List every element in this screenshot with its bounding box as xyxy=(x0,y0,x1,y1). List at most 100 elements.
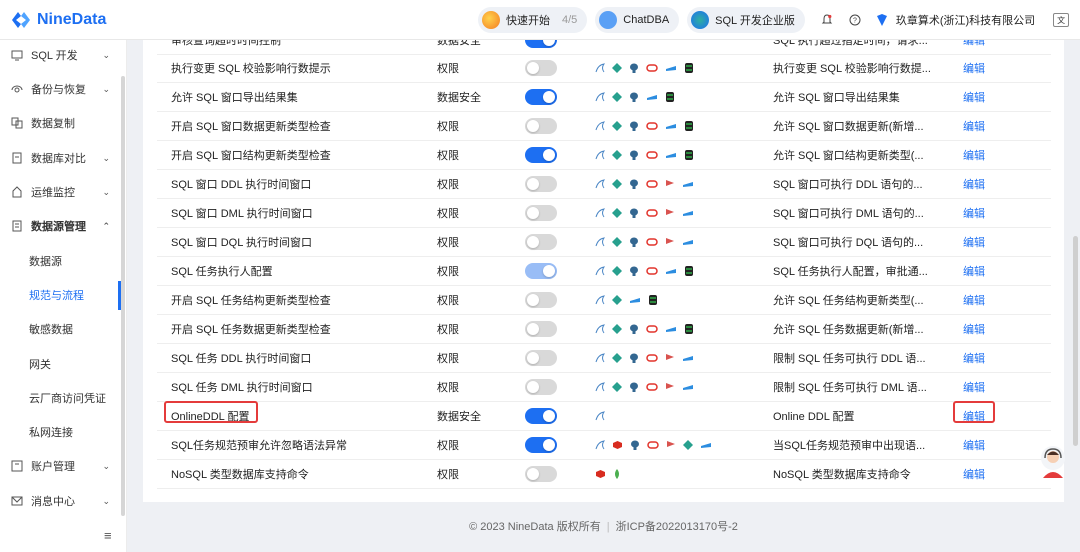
oracle-icon xyxy=(646,150,658,160)
rule-toggle[interactable] xyxy=(525,379,557,395)
quickstart-button[interactable]: 快速开始 4/5 xyxy=(478,7,588,33)
sidebar-item-monitor[interactable]: 运维监控 ⌄ xyxy=(0,177,120,207)
pg-icon xyxy=(629,150,639,160)
db-icon xyxy=(684,324,694,334)
page-scrollbar[interactable] xyxy=(1073,236,1078,446)
supported-db-icons xyxy=(595,228,765,256)
pg-icon xyxy=(629,92,639,102)
sidebar-item-datasource[interactable]: 数据源管理 ⌃ xyxy=(0,211,120,241)
sidebar-item-backup[interactable]: 备份与恢复 ⌄ xyxy=(0,74,120,104)
mysql-icon xyxy=(595,121,605,131)
rule-type: 数据安全 xyxy=(437,411,481,423)
rule-name: 开启 SQL 任务结构更新类型检查 xyxy=(171,295,331,307)
rule-toggle[interactable] xyxy=(525,437,557,453)
pg-icon xyxy=(629,266,639,276)
rule-type: 权限 xyxy=(437,63,459,75)
sidebar-sub-gateway[interactable]: 网关 xyxy=(29,349,51,379)
rule-toggle[interactable] xyxy=(525,292,557,308)
sidebar-sub-datasource[interactable]: 数据源 xyxy=(29,246,62,276)
rule-type: 权限 xyxy=(437,469,459,481)
edit-link[interactable]: 编辑 xyxy=(963,40,1003,54)
rule-toggle[interactable] xyxy=(525,466,557,482)
rule-toggle[interactable] xyxy=(525,60,557,76)
sqlsrv-icon xyxy=(682,179,694,189)
rules-table-card: 审核查询超时时间控制 数据安全 SQL 执行超过指定时间，请求... 编辑 执行… xyxy=(143,40,1064,502)
sidebar-scrollbar[interactable] xyxy=(121,76,125,516)
rule-toggle[interactable] xyxy=(525,350,557,366)
edit-link[interactable]: 编辑 xyxy=(963,54,1003,82)
collapse-sidebar-icon[interactable]: ≡ xyxy=(104,528,112,543)
copyright: © 2023 NineData 版权所有 xyxy=(469,521,601,533)
rule-toggle[interactable] xyxy=(525,40,557,48)
message-icon xyxy=(11,495,23,507)
mongo-icon xyxy=(613,469,621,479)
icp-link[interactable]: 浙ICP备2022013170号-2 xyxy=(616,521,738,533)
rule-type: 权限 xyxy=(437,237,459,249)
rule-type: 权限 xyxy=(437,324,459,336)
sidebar-sub-sensitive[interactable]: 敏感数据 xyxy=(29,314,73,344)
rule-toggle[interactable] xyxy=(525,147,557,163)
support-avatar-icon[interactable] xyxy=(1038,444,1068,478)
table-row: SQL 窗口 DQL 执行时间窗口 权限 SQL 窗口可执行 DQL 语句的... 编… xyxy=(157,228,1051,257)
sqlsrv-icon xyxy=(665,266,677,276)
rule-desc: 允许 SQL 窗口结构更新类型(... xyxy=(773,150,924,162)
rule-toggle[interactable] xyxy=(525,408,557,424)
sidebar-sub-cloud-credentials[interactable]: 云厂商访问凭证 xyxy=(29,383,106,413)
edit-link[interactable]: 编辑 xyxy=(963,460,1003,488)
rule-desc: SQL 窗口可执行 DDL 语句的... xyxy=(773,179,923,191)
sidebar-item-accounts[interactable]: 账户管理 ⌄ xyxy=(0,451,120,481)
org-switcher[interactable]: 玖章算术(浙江)科技有限公司 xyxy=(873,11,1035,29)
ds-icon xyxy=(612,179,622,189)
pg-icon xyxy=(629,353,639,363)
edit-link[interactable]: 编辑 xyxy=(963,373,1003,401)
sidebar-item-replication[interactable]: 数据复制 xyxy=(0,108,120,138)
edit-link[interactable]: 编辑 xyxy=(963,141,1003,169)
rule-toggle[interactable] xyxy=(525,89,557,105)
brand-logo[interactable]: NineData xyxy=(10,10,130,30)
pg-icon xyxy=(629,208,639,218)
rule-desc: SQL 窗口可执行 DML 语句的... xyxy=(773,208,924,220)
ds-icon xyxy=(612,121,622,131)
rule-desc: 执行变更 SQL 校验影响行数提... xyxy=(773,63,931,75)
help-icon[interactable]: ? xyxy=(846,11,864,29)
sidebar-item-compare[interactable]: 数据库对比 ⌄ xyxy=(0,143,120,173)
table-row: SQL 任务执行人配置 权限 SQL 任务执行人配置，审批通... 编辑 xyxy=(157,257,1051,286)
rule-toggle[interactable] xyxy=(525,321,557,337)
edit-link[interactable]: 编辑 xyxy=(963,257,1003,285)
edit-link[interactable]: 编辑 xyxy=(963,112,1003,140)
edit-link[interactable]: 编辑 xyxy=(963,315,1003,343)
rule-toggle[interactable] xyxy=(525,234,557,250)
sidebar-item-messages[interactable]: 消息中心 ⌄ xyxy=(0,486,120,516)
ds-icon xyxy=(683,440,693,450)
ds-icon xyxy=(612,237,622,247)
edit-link[interactable]: 编辑 xyxy=(963,170,1003,198)
sidebar-item-sql-dev[interactable]: SQL 开发 ⌄ xyxy=(0,40,120,70)
edit-link[interactable]: 编辑 xyxy=(963,286,1003,314)
edit-link[interactable]: 编辑 xyxy=(963,83,1003,111)
language-icon[interactable]: 文 xyxy=(1053,13,1070,27)
db-icon xyxy=(684,266,694,276)
chatdba-button[interactable]: ChatDBA xyxy=(595,7,680,33)
rule-type: 权限 xyxy=(437,208,459,220)
edition-button[interactable]: SQL 开发企业版 xyxy=(687,7,805,33)
pg-icon xyxy=(629,121,639,131)
supported-db-icons xyxy=(595,257,765,285)
edit-link[interactable]: 编辑 xyxy=(963,199,1003,227)
supported-db-icons xyxy=(595,112,765,140)
oracle-icon xyxy=(646,179,658,189)
oracle-icon xyxy=(647,440,659,450)
rule-toggle[interactable] xyxy=(525,176,557,192)
ds-icon xyxy=(612,295,622,305)
sidebar-item-label: SQL 开发 xyxy=(31,50,78,62)
bell-icon[interactable] xyxy=(818,11,836,29)
sidebar-sub-standards[interactable]: 规范与流程 xyxy=(29,280,84,310)
backup-icon xyxy=(11,83,23,95)
sidebar-sub-private-link[interactable]: 私网连接 xyxy=(29,417,73,447)
rule-desc: SQL 执行超过指定时间，请求... xyxy=(773,40,928,47)
edit-link[interactable]: 编辑 xyxy=(963,228,1003,256)
pg-icon xyxy=(629,324,639,334)
rule-toggle[interactable] xyxy=(525,118,557,134)
edit-link[interactable]: 编辑 xyxy=(963,344,1003,372)
edit-link[interactable]: 编辑 xyxy=(963,431,1003,459)
rule-toggle[interactable] xyxy=(525,205,557,221)
